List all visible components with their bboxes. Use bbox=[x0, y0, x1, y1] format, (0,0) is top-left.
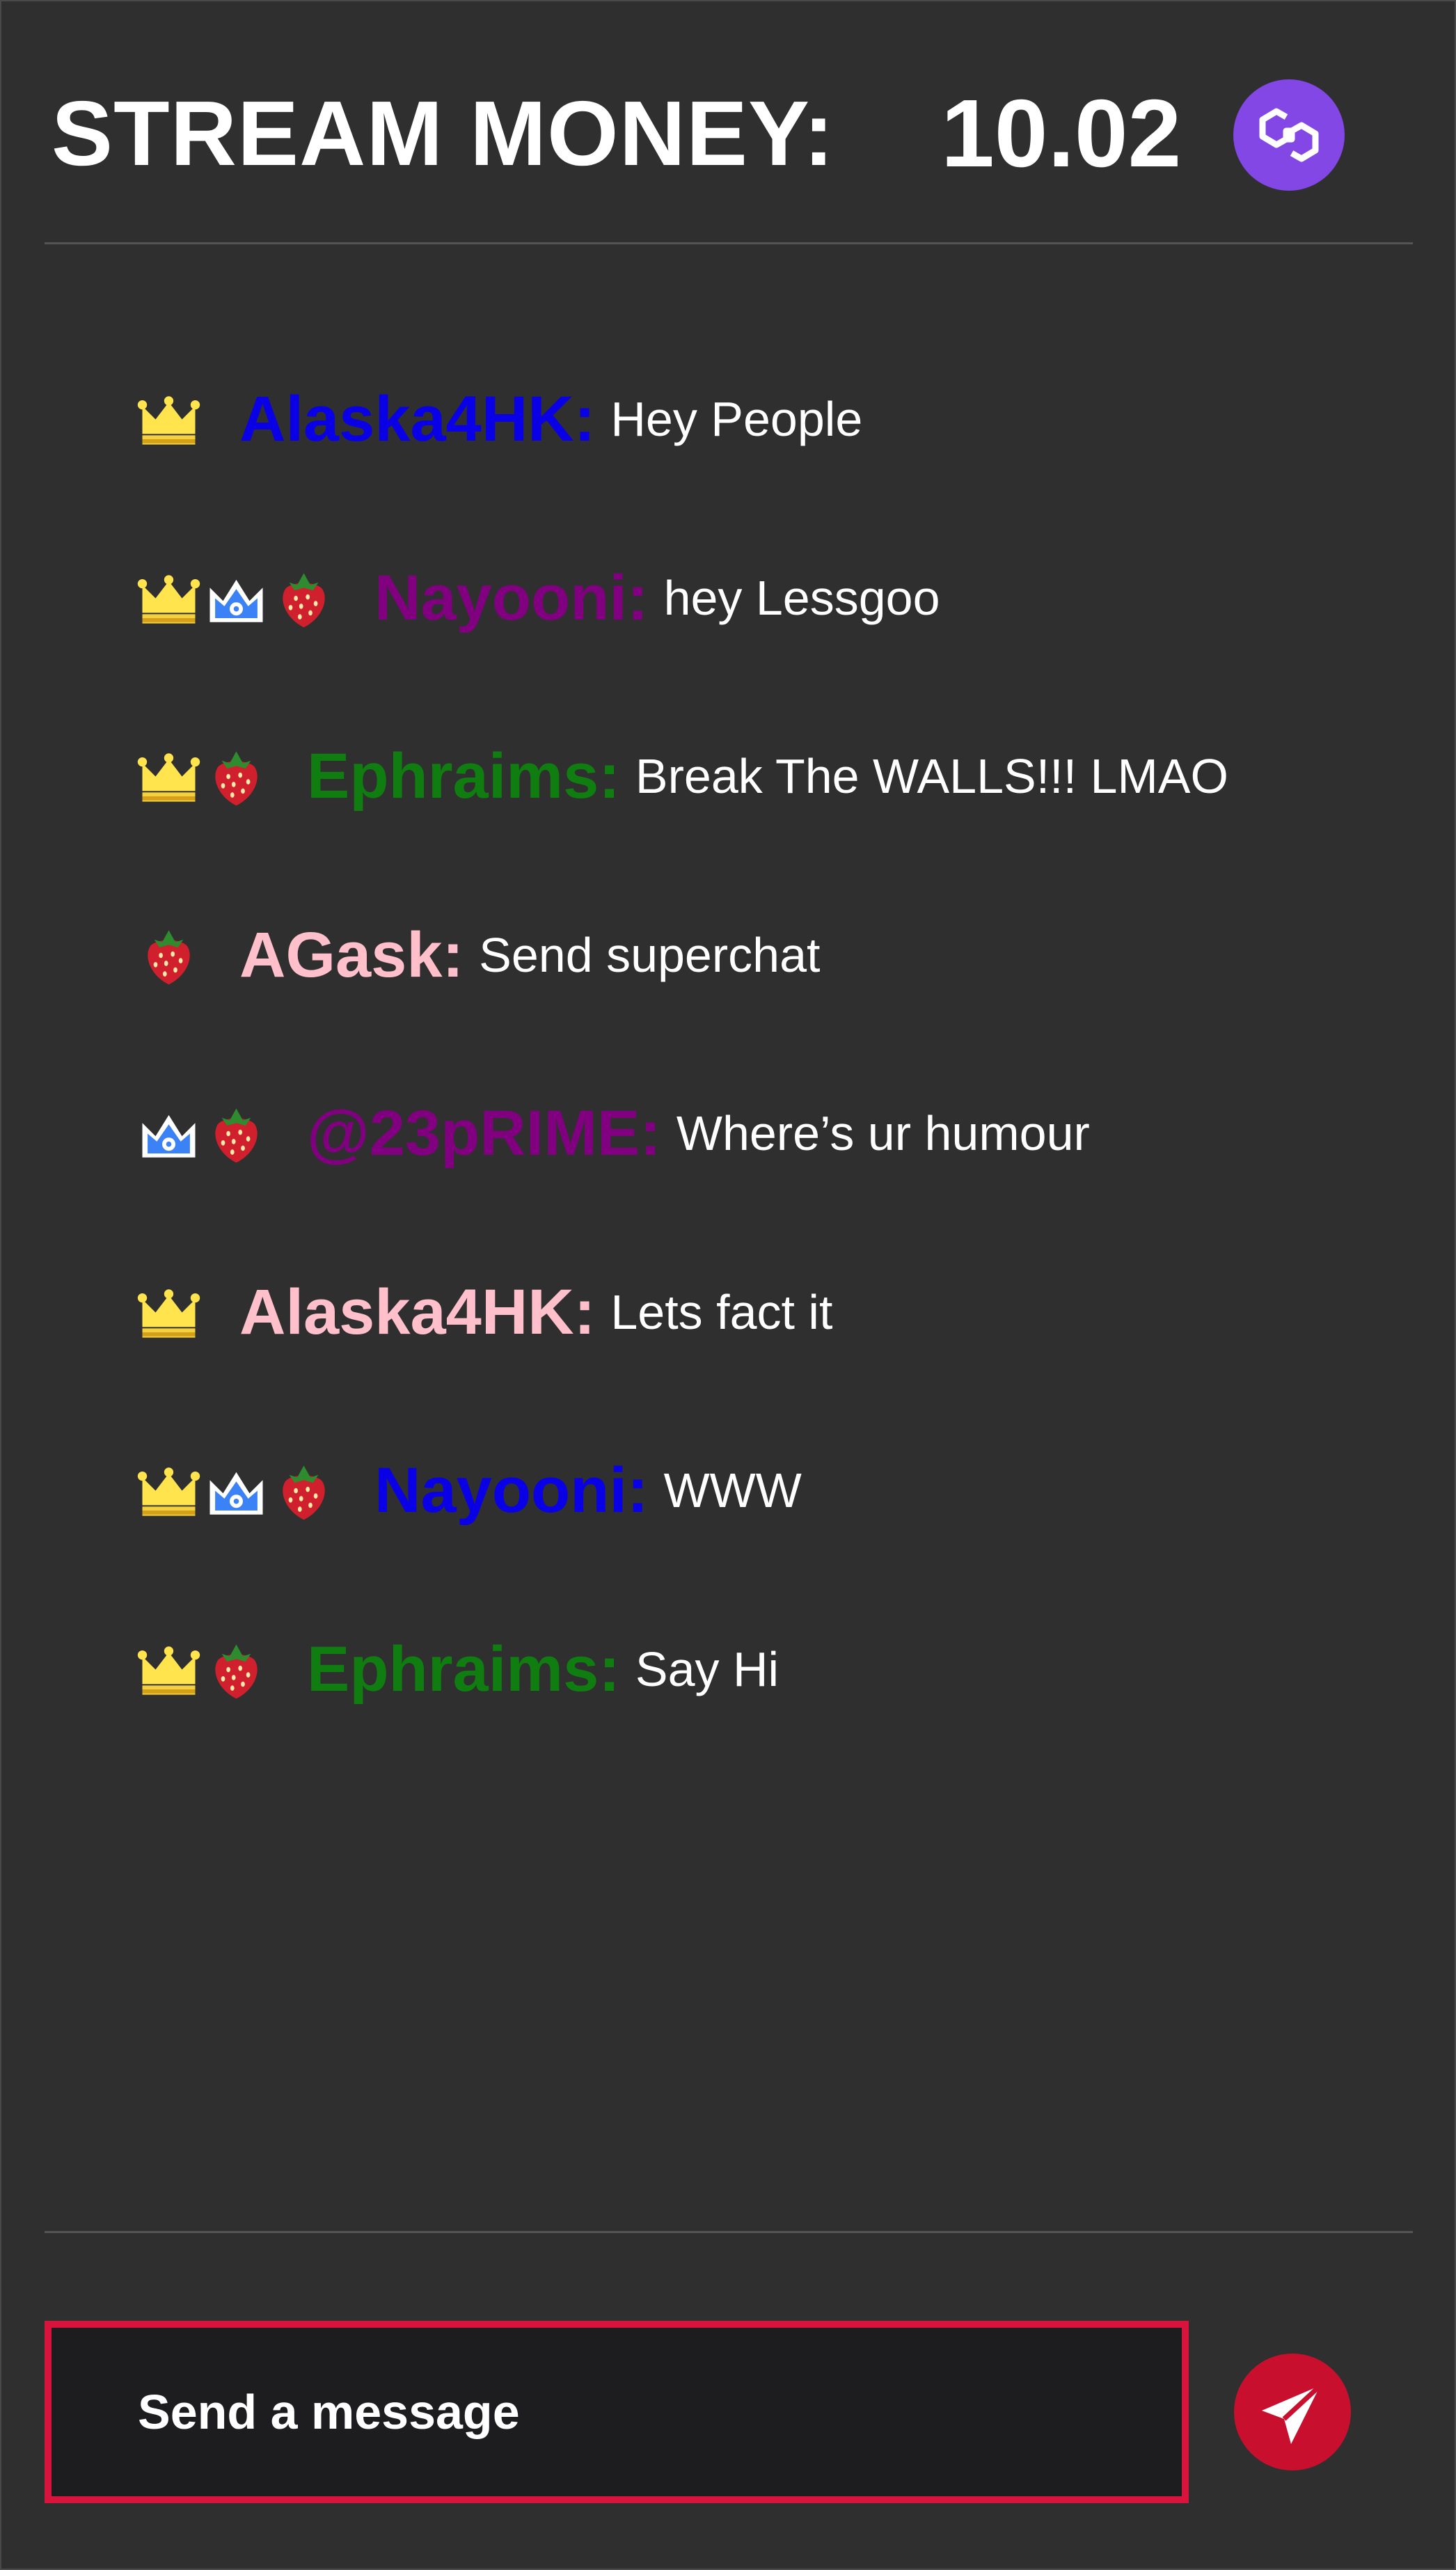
strawberry-icon bbox=[203, 1101, 269, 1167]
chat-message-text: Lets fact it bbox=[610, 1285, 833, 1339]
crown-icon bbox=[136, 386, 202, 452]
user-badges bbox=[136, 920, 203, 990]
crown-icon bbox=[136, 1637, 202, 1703]
message-input[interactable] bbox=[52, 2328, 1182, 2496]
chat-username[interactable]: Ephraims: bbox=[307, 1633, 620, 1706]
crown-icon bbox=[136, 1458, 202, 1524]
footer-divider bbox=[45, 2231, 1413, 2233]
chat-message: Alaska4HK: Hey People bbox=[136, 374, 862, 464]
chat-message-text: hey Lessgoo bbox=[663, 571, 940, 625]
strawberry-icon bbox=[203, 1637, 269, 1703]
paper-plane-icon bbox=[1262, 2383, 1322, 2444]
user-badges bbox=[136, 1456, 338, 1525]
chat-message-text: Hey People bbox=[610, 392, 863, 446]
message-input-box bbox=[45, 2321, 1189, 2503]
blue-crown-icon bbox=[203, 565, 269, 631]
chat-message: @23pRIME: Where’s ur humour bbox=[136, 1088, 1090, 1178]
chat-message-text: Where’s ur humour bbox=[676, 1106, 1090, 1160]
chat-message: Ephraims: Break The WALLS!!! LMAO bbox=[136, 731, 1228, 821]
chat-username[interactable]: Ephraims: bbox=[307, 740, 620, 813]
user-badges bbox=[136, 1634, 271, 1704]
chat-username[interactable]: @23pRIME: bbox=[307, 1097, 661, 1170]
chat-message: Nayooni: hey Lessgoo bbox=[136, 553, 940, 643]
blue-crown-icon bbox=[136, 1101, 202, 1167]
chat-message: Nayooni: WWW bbox=[136, 1445, 802, 1536]
blue-crown-icon bbox=[203, 1458, 269, 1524]
chat-panel: STREAM MONEY: 10.02 Alaska4HK: Hey People… bbox=[0, 0, 1456, 2570]
user-badges bbox=[136, 563, 338, 633]
user-badges bbox=[136, 1098, 271, 1168]
chat-username[interactable]: Nayooni: bbox=[374, 1454, 649, 1527]
strawberry-icon bbox=[136, 922, 202, 988]
crown-icon bbox=[136, 565, 202, 631]
crown-icon bbox=[136, 743, 202, 810]
crown-icon bbox=[136, 1279, 202, 1346]
chat-username[interactable]: Alaska4HK: bbox=[239, 1276, 595, 1349]
chat-message-text: WWW bbox=[663, 1463, 802, 1517]
strawberry-icon bbox=[203, 743, 269, 810]
user-badges bbox=[136, 1277, 203, 1347]
chat-message: Alaska4HK: Lets fact it bbox=[136, 1267, 832, 1357]
user-badges bbox=[136, 384, 203, 454]
chat-message-text: Break The WALLS!!! LMAO bbox=[635, 749, 1228, 803]
chat-message-text: Say Hi bbox=[635, 1642, 780, 1696]
strawberry-icon bbox=[271, 1458, 337, 1524]
chat-message: Ephraims: Say Hi bbox=[136, 1624, 779, 1714]
chat-message-list: Alaska4HK: Hey People Nayooni: hey Lessgoo E… bbox=[1, 1, 1455, 2229]
chat-username[interactable]: Alaska4HK: bbox=[239, 383, 595, 456]
strawberry-icon bbox=[271, 565, 337, 631]
send-button[interactable] bbox=[1234, 2354, 1351, 2470]
chat-message-text: Send superchat bbox=[479, 928, 821, 982]
chat-username[interactable]: AGask: bbox=[239, 919, 464, 992]
chat-username[interactable]: Nayooni: bbox=[374, 562, 649, 635]
chat-message: AGask: Send superchat bbox=[136, 910, 820, 1000]
user-badges bbox=[136, 741, 271, 811]
